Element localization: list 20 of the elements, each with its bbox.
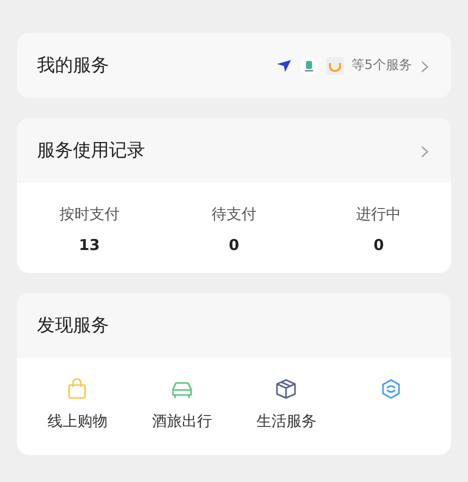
stat-label: 按时支付 [58,204,120,225]
records-header[interactable]: 服务使用记录 › [17,118,451,183]
service-label[interactable]: 线上购物 [47,410,108,432]
bottle-icon [300,56,318,74]
stat-label: 进行中 [355,204,402,225]
service-label[interactable]: 酒旅出行 [152,410,212,432]
stat-value: 13 [78,234,101,256]
section-title: 发现服务 [37,314,109,338]
stat-value: 0 [228,234,240,256]
service-label[interactable]: 生活服务 [256,410,316,432]
stat-value: 0 [372,234,385,256]
my-services-row[interactable]: 我的服务 等5个服务 › [17,33,451,98]
tray-icon [326,56,344,74]
service-count: 等5个服务 [352,56,412,75]
section-title: 服务使用记录 [37,139,145,163]
bag-icon[interactable] [66,378,88,400]
box-icon[interactable] [275,378,298,400]
paper-plane-icon [276,58,292,72]
stat-label: 待支付 [210,204,258,225]
section-title: 我的服务 [37,54,109,78]
